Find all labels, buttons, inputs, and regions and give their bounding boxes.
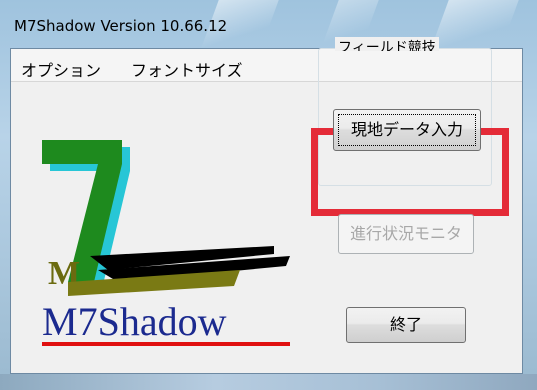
progress-monitor-label: 進行状況モニタ xyxy=(349,224,462,243)
focus-rect xyxy=(338,114,476,146)
logo-wordmark: M7Shadow xyxy=(42,299,227,344)
group-legend: フィールド競技 xyxy=(335,37,439,51)
window-bottom-frame xyxy=(0,374,537,390)
exit-label: 終了 xyxy=(389,315,422,334)
m7shadow-logo: M M7Shadow xyxy=(28,58,298,352)
exit-button[interactable]: 終了 xyxy=(346,307,466,343)
logo-graphic: M M7Shadow xyxy=(42,140,290,346)
desktop-window: M7Shadow Version 10.66.12 オプション フォントサイズ … xyxy=(0,0,537,390)
window-title: M7Shadow Version 10.66.12 xyxy=(14,17,228,35)
glass-streak xyxy=(431,0,519,48)
progress-monitor-button[interactable]: 進行状況モニタ xyxy=(338,214,474,254)
field-data-entry-button[interactable]: 現地データ入力 xyxy=(333,109,481,151)
